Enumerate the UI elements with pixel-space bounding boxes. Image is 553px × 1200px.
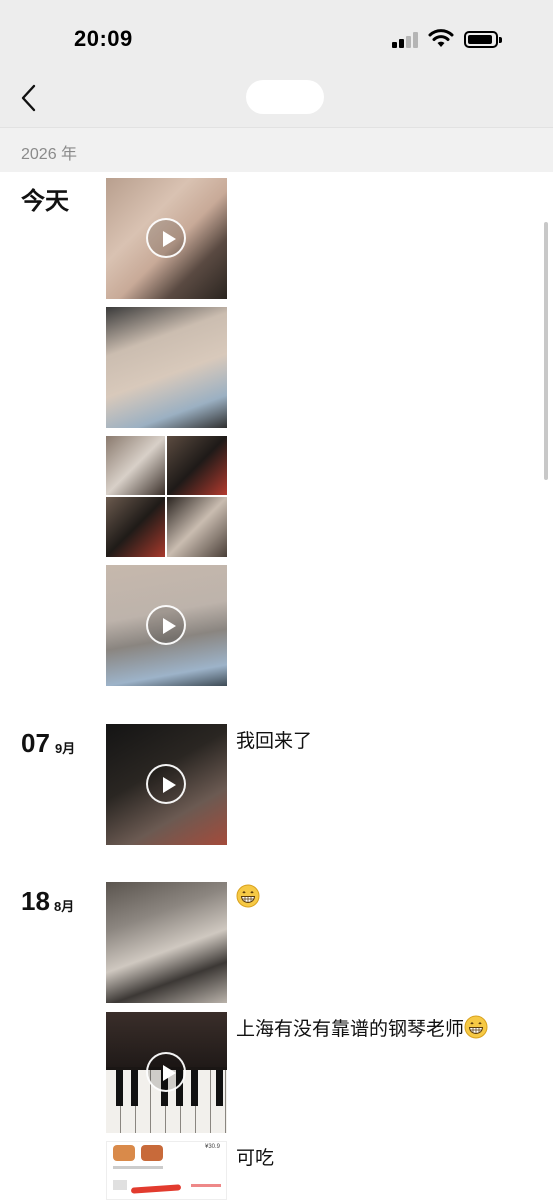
date-day: 18 [21,886,50,916]
video-thumbnail[interactable] [106,724,227,845]
grinning-emoji-icon [236,884,260,908]
post-caption: 我回来了 [236,731,313,752]
scroll-indicator [544,222,548,480]
redacted-title [246,80,324,114]
nav-bar [0,72,553,127]
post-caption [236,884,260,910]
date-month: 8月 [54,899,75,914]
back-chevron-icon[interactable] [16,82,44,114]
photo-thumbnail[interactable] [106,882,227,1003]
status-time: 20:09 [74,26,133,51]
video-thumbnail[interactable] [106,178,227,299]
video-thumbnail[interactable] [106,1012,227,1133]
post-caption: 可吃 [236,1148,275,1169]
wifi-icon [428,29,454,47]
photo-thumbnail[interactable] [106,307,227,428]
price-text: ¥30.9 [205,1144,221,1150]
play-icon [146,218,186,258]
screenshot-thumbnail[interactable]: ¥30.9 [106,1141,227,1200]
post-caption: 上海有没有靠谱的钢琴老师 [236,1014,488,1041]
play-icon [146,1052,186,1092]
date-month: 9月 [55,741,76,756]
play-icon [146,605,186,645]
signal-icon [392,32,420,48]
photo-grid-thumbnail[interactable] [106,436,227,557]
video-thumbnail[interactable] [106,565,227,686]
year-section-header: 2026 年 [0,127,553,172]
year-label: 2026 年 [21,146,78,163]
date-day: 07 [21,728,50,758]
battery-icon [464,31,502,48]
status-bar: 20:09 [0,0,553,72]
play-icon [146,764,186,804]
grinning-emoji-icon [464,1015,488,1039]
date-label-today: 今天 [21,188,69,215]
